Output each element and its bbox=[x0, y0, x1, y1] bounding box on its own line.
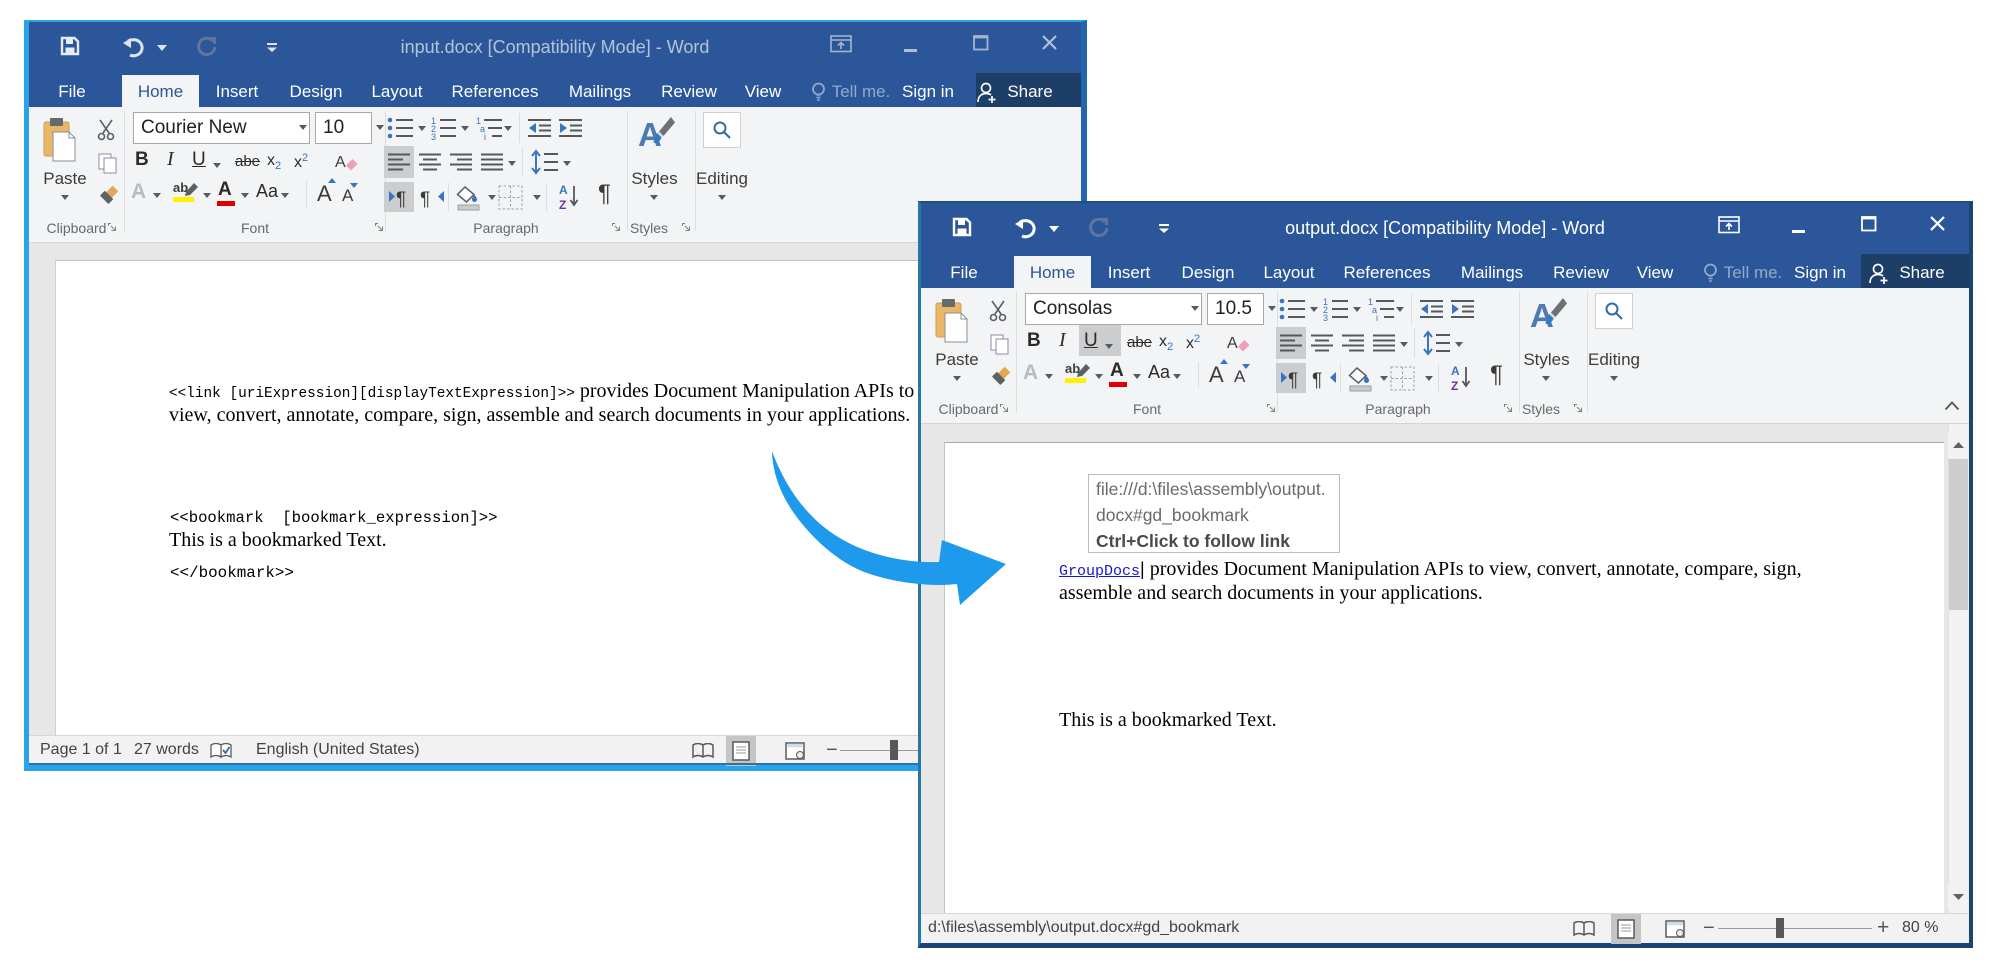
svg-text:¶: ¶ bbox=[1312, 370, 1322, 390]
svg-text:A: A bbox=[335, 154, 346, 171]
svg-text:A: A bbox=[342, 186, 354, 203]
svg-text:i: i bbox=[1376, 313, 1378, 321]
svg-text:Z: Z bbox=[1451, 379, 1458, 392]
svg-text:A: A bbox=[1234, 367, 1246, 384]
svg-text:i: i bbox=[484, 132, 486, 140]
svg-text:Z: Z bbox=[559, 198, 566, 211]
svg-text:3: 3 bbox=[431, 132, 436, 140]
svg-text:¶: ¶ bbox=[1288, 370, 1298, 390]
svg-text:A: A bbox=[1451, 364, 1460, 378]
svg-text:A: A bbox=[559, 183, 568, 197]
svg-text:3: 3 bbox=[1323, 313, 1328, 321]
svg-text:A: A bbox=[1227, 335, 1238, 352]
svg-text:¶: ¶ bbox=[420, 189, 430, 209]
svg-text:A: A bbox=[317, 181, 332, 203]
svg-text:A: A bbox=[1209, 362, 1224, 384]
svg-text:¶: ¶ bbox=[396, 189, 406, 209]
